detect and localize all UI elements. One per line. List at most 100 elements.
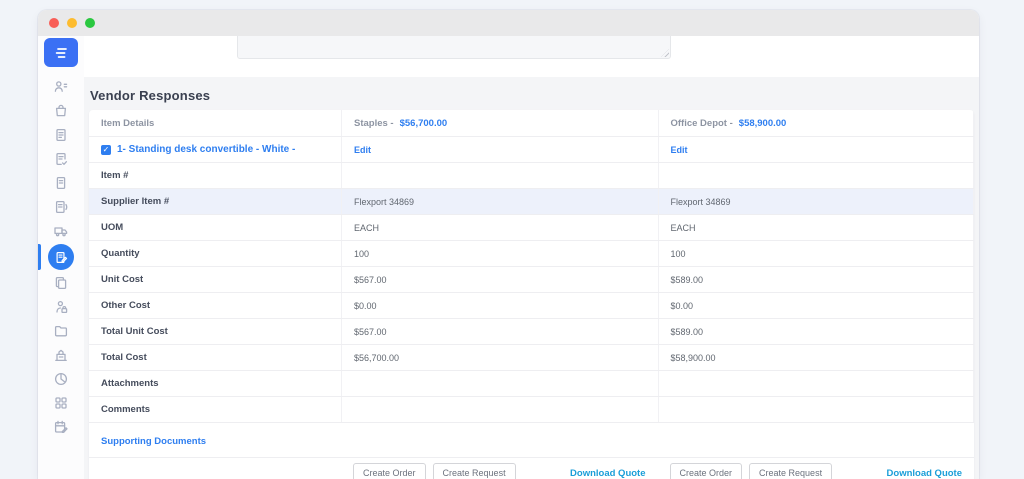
sidebar-item-orders[interactable] [38, 99, 84, 123]
page-title: Vendor Responses [90, 88, 211, 103]
row-value: $58,900.00 [670, 352, 716, 363]
create-request-button[interactable]: Create Request [432, 463, 516, 479]
app-logo[interactable] [44, 38, 78, 67]
table-header-row: Item Details Staples - $56,700.00 Office… [89, 110, 974, 137]
main-content: Vendor Responses Item Details Staples - … [84, 36, 979, 479]
row-label: Total Unit Cost [101, 326, 168, 337]
row-value: 100 [354, 248, 370, 259]
table-row: Item # [89, 163, 974, 189]
supporting-documents-row: Supporting Documents [89, 423, 974, 458]
table-row: Attachments [89, 371, 974, 397]
folder-icon [54, 325, 68, 337]
row-value: Flexport 34869 [670, 196, 731, 207]
sidebar-item-vendor-quotes[interactable] [38, 243, 84, 271]
row-label: Attachments [101, 378, 159, 389]
vendor-responses-table: Item Details Staples - $56,700.00 Office… [89, 110, 974, 479]
vendor-name: Staples - [354, 117, 394, 129]
window-titlebar [38, 10, 979, 36]
row-value: $0.00 [670, 300, 694, 311]
row-value: $589.00 [670, 274, 704, 285]
row-value: Flexport 34869 [354, 196, 415, 207]
check-icon: ✓ [102, 144, 110, 154]
row-label: Unit Cost [101, 274, 144, 285]
row-value: 100 [670, 248, 686, 259]
bag-icon [55, 104, 67, 117]
row-value: EACH [354, 222, 380, 233]
item-title-link[interactable]: 1- Standing desk convertible - White - [117, 144, 295, 155]
sidebar-item-shipping[interactable] [38, 219, 84, 243]
item-details-header: Item Details [101, 117, 155, 129]
sidebar-item-planner[interactable] [38, 415, 84, 439]
calendar-edit-icon [54, 420, 68, 434]
row-value: $56,700.00 [354, 352, 400, 363]
sidebar-item-reports[interactable] [38, 367, 84, 391]
table-row: Supplier Item # Flexport 34869 Flexport … [89, 189, 974, 215]
row-value: $567.00 [354, 326, 387, 337]
row-value: $589.00 [670, 326, 704, 337]
copy-icon [55, 276, 67, 290]
document-check-icon [56, 152, 68, 166]
row-value: EACH [670, 222, 696, 233]
active-item-highlight [48, 244, 74, 270]
item-row: ✓ 1- Standing desk convertible - White -… [89, 137, 974, 163]
row-label: Comments [101, 404, 151, 415]
document-icon [56, 128, 66, 142]
create-order-button[interactable]: Create Order [669, 463, 743, 479]
users-icon [54, 81, 68, 92]
row-label: Item # [101, 170, 129, 181]
sidebar-item-files[interactable] [38, 171, 84, 195]
vendor-total-link[interactable]: $56,700.00 [400, 118, 448, 129]
close-window-button[interactable] [49, 18, 59, 28]
row-value: $0.00 [354, 300, 377, 311]
download-quote-link[interactable]: Download Quote [887, 468, 962, 479]
grid-icon [55, 397, 67, 409]
app-window: Vendor Responses Item Details Staples - … [38, 10, 979, 479]
sidebar-item-folders[interactable] [38, 319, 84, 343]
sidebar-item-approved-docs[interactable] [38, 147, 84, 171]
row-label: UOM [101, 222, 124, 233]
row-label: Supplier Item # [101, 196, 170, 207]
maximize-window-button[interactable] [85, 18, 95, 28]
sidebar-item-users[interactable] [38, 75, 84, 99]
row-label: Other Cost [101, 300, 151, 311]
table-row: UOM EACH EACH [89, 215, 974, 241]
textarea-resize-handle[interactable] [661, 49, 669, 57]
edit-link[interactable]: Edit [354, 145, 371, 155]
create-request-button[interactable]: Create Request [749, 463, 833, 479]
vendor-name: Office Depot - [670, 117, 733, 129]
sidebar-item-documents[interactable] [38, 123, 84, 147]
table-row: Quantity 100 100 [89, 241, 974, 267]
row-label: Quantity [101, 248, 140, 259]
table-footer-row: Create Order Create Request Download Quo… [89, 458, 974, 479]
sidebar-item-organization[interactable] [38, 343, 84, 367]
minimize-window-button[interactable] [67, 18, 77, 28]
item-checkbox[interactable]: ✓ [101, 144, 111, 155]
table-row: Total Unit Cost $567.00 $589.00 [89, 319, 974, 345]
supporting-documents-link[interactable]: Supporting Documents [101, 436, 206, 447]
vendor-lock-icon [56, 300, 68, 314]
row-label: Total Cost [101, 352, 147, 363]
vendor-table-rows: Item # Supplier Item # Flexport 34869 Fl… [89, 163, 974, 423]
clock-pie-icon [54, 372, 68, 386]
comments-textarea[interactable] [237, 36, 671, 59]
table-row: Total Cost $56,700.00 $58,900.00 [89, 345, 974, 371]
create-order-button[interactable]: Create Order [353, 463, 426, 479]
table-row: Unit Cost $567.00 $589.00 [89, 267, 974, 293]
sidebar [38, 36, 84, 479]
quote-edit-icon [56, 251, 67, 263]
building-icon [55, 349, 67, 362]
sidebar-item-invoices[interactable] [38, 195, 84, 219]
vendor-total-link[interactable]: $58,900.00 [739, 118, 787, 129]
sidebar-item-apps[interactable] [38, 391, 84, 415]
sidebar-item-copies[interactable] [38, 271, 84, 295]
truck-icon [54, 227, 68, 237]
invoice-icon [55, 200, 68, 214]
table-row: Comments [89, 397, 974, 423]
download-quote-link[interactable]: Download Quote [570, 468, 645, 479]
form-card-partial [84, 36, 979, 77]
edit-link[interactable]: Edit [671, 145, 688, 155]
file-icon [56, 176, 66, 190]
sidebar-item-vendors[interactable] [38, 295, 84, 319]
table-row: Other Cost $0.00 $0.00 [89, 293, 974, 319]
row-value: $567.00 [354, 274, 387, 285]
